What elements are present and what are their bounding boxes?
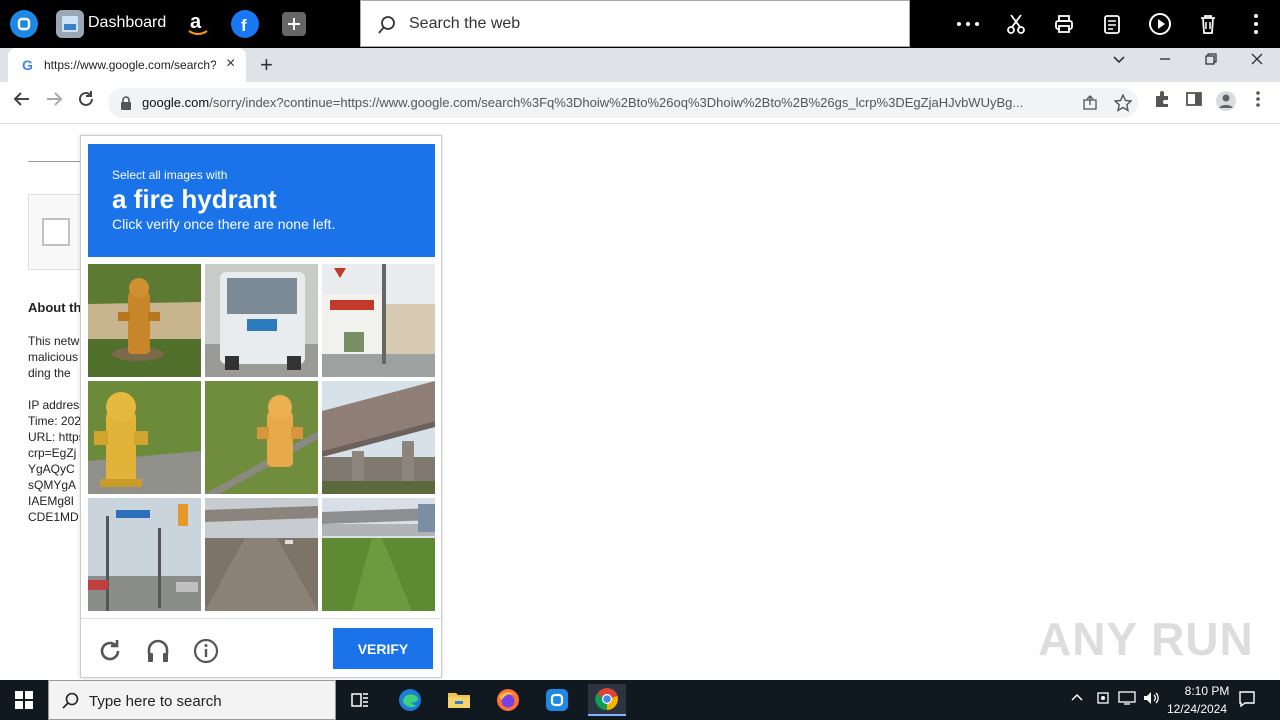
lock-icon[interactable]	[120, 96, 132, 115]
profile-avatar-icon[interactable]	[1214, 90, 1238, 117]
search-icon	[377, 15, 397, 40]
notification-icon[interactable]	[1238, 690, 1256, 711]
back-icon[interactable]	[10, 90, 34, 113]
reload-icon[interactable]	[74, 90, 98, 113]
captcha-tile[interactable]	[322, 264, 435, 377]
tab-title: https://www.google.com/search?q=hoiw+to	[44, 58, 216, 72]
chrome-menu-icon[interactable]	[1246, 90, 1270, 113]
page-text-line: IAEMg8I	[28, 494, 75, 508]
svg-text:f: f	[241, 16, 247, 33]
svg-text:a: a	[190, 11, 202, 33]
amazon-icon[interactable]: a	[184, 10, 212, 38]
url-host: google.com	[142, 95, 210, 110]
task-view-icon[interactable]	[344, 684, 376, 716]
file-explorer-icon[interactable]	[443, 684, 475, 716]
captcha-footer-divider	[81, 618, 443, 619]
firefox-icon[interactable]	[492, 684, 524, 716]
captcha-tile[interactable]	[88, 264, 201, 377]
info-icon[interactable]	[191, 636, 221, 666]
recaptcha-checkbox[interactable]	[42, 218, 70, 246]
tab-close-icon[interactable]: ×	[226, 55, 235, 73]
page-text-line: IP address	[28, 398, 80, 412]
taskbar-search-box[interactable]: Type here to search	[48, 680, 336, 720]
audio-challenge-icon[interactable]	[143, 636, 173, 666]
extensions-icon[interactable]	[1150, 90, 1174, 113]
address-bar[interactable]: google.com/sorry/index?continue=https://…	[108, 88, 1138, 118]
edge-icon[interactable]	[394, 684, 426, 716]
captcha-tile[interactable]	[88, 498, 201, 611]
page-text-line: crp=EgZj	[28, 446, 77, 460]
scissors-icon[interactable]	[1004, 12, 1028, 36]
page-text-line: URL: https	[28, 430, 80, 444]
kebab-menu-icon[interactable]	[1244, 12, 1268, 36]
captcha-header: Select all images with a fire hydrant Cl…	[88, 144, 435, 257]
svg-text:G: G	[22, 57, 33, 73]
captcha-tile[interactable]	[205, 381, 318, 494]
url-text[interactable]: google.com/sorry/index?continue=https://…	[142, 95, 1072, 110]
verify-button[interactable]: VERIFY	[333, 628, 433, 669]
page-text-line: CDE1MD	[28, 510, 79, 524]
tray-device-icon[interactable]	[1095, 690, 1111, 709]
dashboard-icon[interactable]	[56, 10, 84, 38]
new-tab-button[interactable]: +	[260, 52, 273, 78]
windows-start-icon[interactable]	[0, 680, 48, 720]
anyrun-watermark: ANY RUN	[1038, 613, 1254, 665]
page-text-line: ding the	[28, 366, 71, 380]
play-icon[interactable]	[1148, 12, 1172, 36]
captcha-target: a fire hydrant	[112, 184, 277, 214]
captcha-tile[interactable]	[205, 498, 318, 611]
add-shortcut-icon[interactable]	[282, 12, 306, 36]
dashboard-label[interactable]: Dashboard	[88, 14, 166, 32]
about-heading: About this page	[28, 300, 80, 315]
side-panel-icon[interactable]	[1182, 90, 1206, 113]
page-text-line: This network	[28, 334, 80, 348]
chrome-taskbar-icon[interactable]	[588, 684, 626, 716]
app-logo-icon[interactable]	[10, 10, 38, 38]
page-text-line: malicious	[28, 350, 79, 364]
url-path: /sorry/index?continue=https://www.google…	[209, 95, 1024, 110]
page-text-line: Time: 2024	[28, 414, 80, 428]
print-icon[interactable]	[1052, 12, 1076, 36]
captcha-tile[interactable]	[322, 381, 435, 494]
captcha-tile[interactable]	[88, 381, 201, 494]
captcha-tile[interactable]	[205, 264, 318, 377]
page-text-line: YgAQyC	[28, 462, 75, 476]
captcha-hint: Click verify once there are none left.	[112, 216, 336, 232]
browser-tab[interactable]: G https://www.google.com/search?q=hoiw+t…	[8, 48, 246, 82]
network-icon[interactable]	[1118, 690, 1136, 709]
tab-search-chevron-icon[interactable]	[1104, 52, 1134, 71]
more-dots-icon[interactable]	[956, 12, 980, 36]
trash-icon[interactable]	[1196, 12, 1220, 36]
web-search-box[interactable]: Search the web	[360, 0, 910, 47]
captcha-tile[interactable]	[322, 498, 435, 611]
forward-icon[interactable]	[42, 90, 66, 113]
web-search-placeholder: Search the web	[409, 15, 521, 32]
captcha-challenge: Select all images with a fire hydrant Cl…	[80, 135, 443, 678]
minimize-icon[interactable]	[1150, 52, 1180, 71]
page-divider	[28, 161, 80, 162]
clock-date[interactable]: 12/24/2024	[1162, 702, 1232, 716]
bookmark-star-icon[interactable]	[1113, 93, 1133, 117]
page-text-line: sQMYgA	[28, 478, 77, 492]
taskbar-search-placeholder: Type here to search	[89, 693, 222, 710]
captcha-instruction: Select all images with	[112, 168, 228, 182]
facebook-icon[interactable]: f	[231, 10, 259, 38]
volume-icon[interactable]	[1142, 690, 1160, 709]
anyrun-app-icon[interactable]	[541, 684, 573, 716]
restore-icon[interactable]	[1196, 52, 1226, 71]
google-favicon-icon: G	[20, 57, 36, 78]
clipboard-icon[interactable]	[1100, 12, 1124, 36]
tray-chevron-icon[interactable]	[1070, 690, 1084, 707]
clock-time[interactable]: 8:10 PM	[1172, 684, 1242, 698]
search-icon	[61, 692, 79, 715]
close-window-icon[interactable]	[1242, 52, 1272, 71]
reload-challenge-icon[interactable]	[95, 636, 125, 666]
share-icon[interactable]	[1082, 95, 1098, 116]
